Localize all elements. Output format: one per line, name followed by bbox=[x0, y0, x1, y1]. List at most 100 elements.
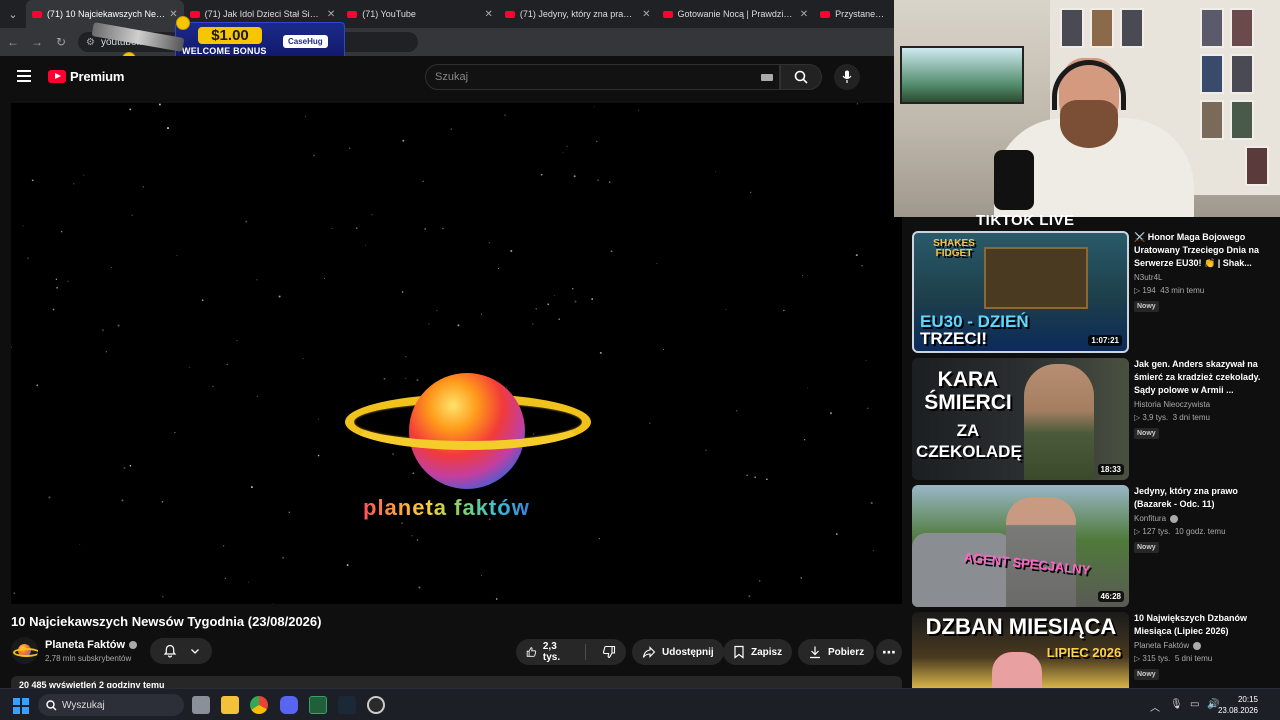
back-arrow-icon[interactable]: ← bbox=[6, 35, 20, 49]
star bbox=[356, 227, 358, 229]
webcam-feed bbox=[894, 0, 1280, 217]
star bbox=[346, 564, 349, 567]
star bbox=[305, 116, 307, 118]
browser-tab[interactable]: Przystanek Lon... bbox=[814, 0, 894, 28]
voice-search-button[interactable] bbox=[834, 64, 860, 90]
video-meta: Jedyny, który zna prawo (Bazarek - Odc. … bbox=[1134, 485, 1272, 554]
tab-title: (71) 10 Najciekawszych Newsów Tygodnia bbox=[46, 9, 165, 19]
forward-arrow-icon[interactable]: → bbox=[30, 35, 44, 49]
star bbox=[364, 244, 366, 246]
star bbox=[158, 103, 161, 106]
shelf-item bbox=[1230, 100, 1254, 140]
star bbox=[317, 418, 319, 420]
channel-name-text[interactable]: Konfitura bbox=[1134, 514, 1166, 523]
channel-name[interactable]: N3utr4L bbox=[1134, 273, 1272, 282]
star bbox=[573, 175, 576, 178]
channel-name[interactable]: Planeta Faktów bbox=[45, 639, 138, 651]
channel-name-text[interactable]: Planeta Faktów bbox=[1134, 641, 1189, 650]
star bbox=[422, 180, 425, 183]
video-title[interactable]: Jak gen. Anders skazywał na śmierć za kr… bbox=[1134, 358, 1272, 397]
video-title[interactable]: 10 Największych Dzbanów Miesiąca (Lipiec… bbox=[1134, 612, 1272, 638]
recommended-video[interactable]: DZBAN MIESIĄCA LIPIEC 2026 10 Największy… bbox=[912, 612, 1272, 688]
star bbox=[411, 535, 413, 537]
display-tray-icon[interactable]: ▭ bbox=[1190, 699, 1199, 710]
star bbox=[323, 277, 325, 279]
reload-icon[interactable]: ↻ bbox=[54, 35, 68, 49]
youtube-logo[interactable]: Premium bbox=[48, 69, 124, 84]
more-actions-button[interactable]: ⋯ bbox=[876, 639, 902, 665]
video-thumbnail[interactable]: DZBAN MIESIĄCA LIPIEC 2026 bbox=[912, 612, 1129, 688]
share-button[interactable]: Udostępnij bbox=[632, 639, 724, 665]
site-info-icon[interactable]: ⚙ bbox=[86, 37, 95, 48]
menu-icon[interactable] bbox=[17, 70, 31, 82]
taskbar-search[interactable]: Wyszukaj bbox=[38, 694, 184, 716]
video-thumbnail[interactable]: AGENT SPECJALNY 46:28 bbox=[912, 485, 1129, 607]
dislike-button[interactable] bbox=[592, 639, 626, 665]
star bbox=[865, 360, 867, 362]
steam-icon[interactable] bbox=[338, 696, 356, 714]
star bbox=[598, 538, 600, 540]
video-thumbnail[interactable]: KARA ŚMIERCI ZA CZEKOLADĘ 18:33 bbox=[912, 358, 1129, 480]
channel-name-text[interactable]: Planeta Faktów bbox=[45, 639, 125, 651]
logo-text: Premium bbox=[70, 69, 125, 84]
close-tab-icon[interactable]: ✕ bbox=[642, 9, 650, 20]
like-button[interactable]: 2,3 tys. bbox=[516, 639, 579, 665]
thumbnail-figure bbox=[992, 652, 1042, 688]
ad-banner[interactable]: $1.00 WELCOME BONUS CaseHug bbox=[175, 22, 345, 60]
search-button[interactable] bbox=[780, 64, 822, 90]
tab-title: (71) YouTube bbox=[362, 9, 416, 19]
windows-start-icon[interactable] bbox=[13, 698, 29, 714]
close-tab-icon[interactable]: ✕ bbox=[327, 9, 335, 20]
browser-tab[interactable]: (71) Jedyny, który zna prawo (B... ✕ bbox=[499, 0, 657, 28]
bookmark-icon bbox=[734, 645, 744, 659]
tab-search-chevron-icon[interactable]: ⌄ bbox=[0, 0, 26, 28]
star bbox=[801, 275, 804, 277]
channel-name[interactable]: Planeta Faktów bbox=[1134, 641, 1272, 650]
search-input[interactable]: Szukaj bbox=[425, 64, 780, 90]
browser-tab[interactable]: (71) YouTube ✕ bbox=[341, 0, 499, 28]
star bbox=[401, 522, 403, 524]
channel-avatar[interactable] bbox=[11, 637, 38, 664]
microphone-tray-icon[interactable]: 🎙 bbox=[1170, 699, 1183, 710]
video-thumbnail[interactable]: SHAKES FIDGET EU30 - DZIEŃ TRZECI! 1:07:… bbox=[912, 231, 1129, 353]
star bbox=[649, 422, 651, 424]
recommended-video[interactable]: AGENT SPECJALNY 46:28 Jedyny, który zna … bbox=[912, 485, 1272, 607]
like-divider bbox=[585, 644, 586, 660]
close-tab-icon[interactable]: ✕ bbox=[800, 9, 808, 20]
download-button[interactable]: Pobierz bbox=[798, 639, 875, 665]
discord-icon[interactable] bbox=[280, 696, 298, 714]
file-explorer-icon[interactable] bbox=[221, 696, 239, 714]
save-button[interactable]: Zapisz bbox=[723, 639, 793, 665]
system-clock[interactable]: 20:15 23.08.2026 bbox=[1218, 694, 1258, 716]
shelf-item bbox=[1230, 8, 1254, 48]
subscription-bell-button[interactable] bbox=[150, 638, 212, 664]
close-tab-icon[interactable]: ✕ bbox=[484, 9, 492, 20]
close-tab-icon[interactable]: ✕ bbox=[169, 9, 177, 20]
star bbox=[562, 152, 564, 154]
description-box[interactable]: 20 485 wyświetleń 2 godziny temu bbox=[11, 676, 902, 688]
keyboard-icon[interactable] bbox=[761, 74, 773, 81]
star bbox=[22, 225, 24, 227]
obs-icon[interactable] bbox=[367, 696, 385, 714]
channel-name[interactable]: Konfitura bbox=[1134, 514, 1272, 523]
task-view-icon[interactable] bbox=[192, 696, 210, 714]
share-label: Udostępnij bbox=[662, 646, 714, 658]
recommended-video[interactable]: KARA ŚMIERCI ZA CZEKOLADĘ 18:33 Jak gen.… bbox=[912, 358, 1272, 480]
browser-tab[interactable]: Gotowanie Nocą | Prawdziwy W... ✕ bbox=[657, 0, 815, 28]
star bbox=[201, 299, 204, 302]
tray-chevron-up-icon[interactable]: ︿ bbox=[1150, 699, 1160, 714]
star bbox=[750, 191, 752, 194]
video-title[interactable]: ⚔️ Honor Maga Bojowego Uratowany Trzecie… bbox=[1134, 231, 1272, 270]
star bbox=[166, 127, 170, 130]
ad-brand-logo: CaseHug bbox=[283, 35, 328, 48]
star bbox=[835, 533, 838, 536]
channel-name[interactable]: Historia Nieoczywista bbox=[1134, 400, 1272, 409]
video-title[interactable]: Jedyny, który zna prawo (Bazarek - Odc. … bbox=[1134, 485, 1272, 511]
chrome-icon[interactable] bbox=[250, 696, 268, 714]
video-player[interactable]: planeta faktów bbox=[11, 103, 902, 604]
recommended-video[interactable]: SHAKES FIDGET EU30 - DZIEŃ TRZECI! 1:07:… bbox=[912, 231, 1272, 353]
star bbox=[861, 265, 863, 267]
thumbs-down-icon bbox=[602, 645, 616, 659]
star bbox=[278, 295, 281, 298]
excel-icon[interactable] bbox=[309, 696, 327, 714]
